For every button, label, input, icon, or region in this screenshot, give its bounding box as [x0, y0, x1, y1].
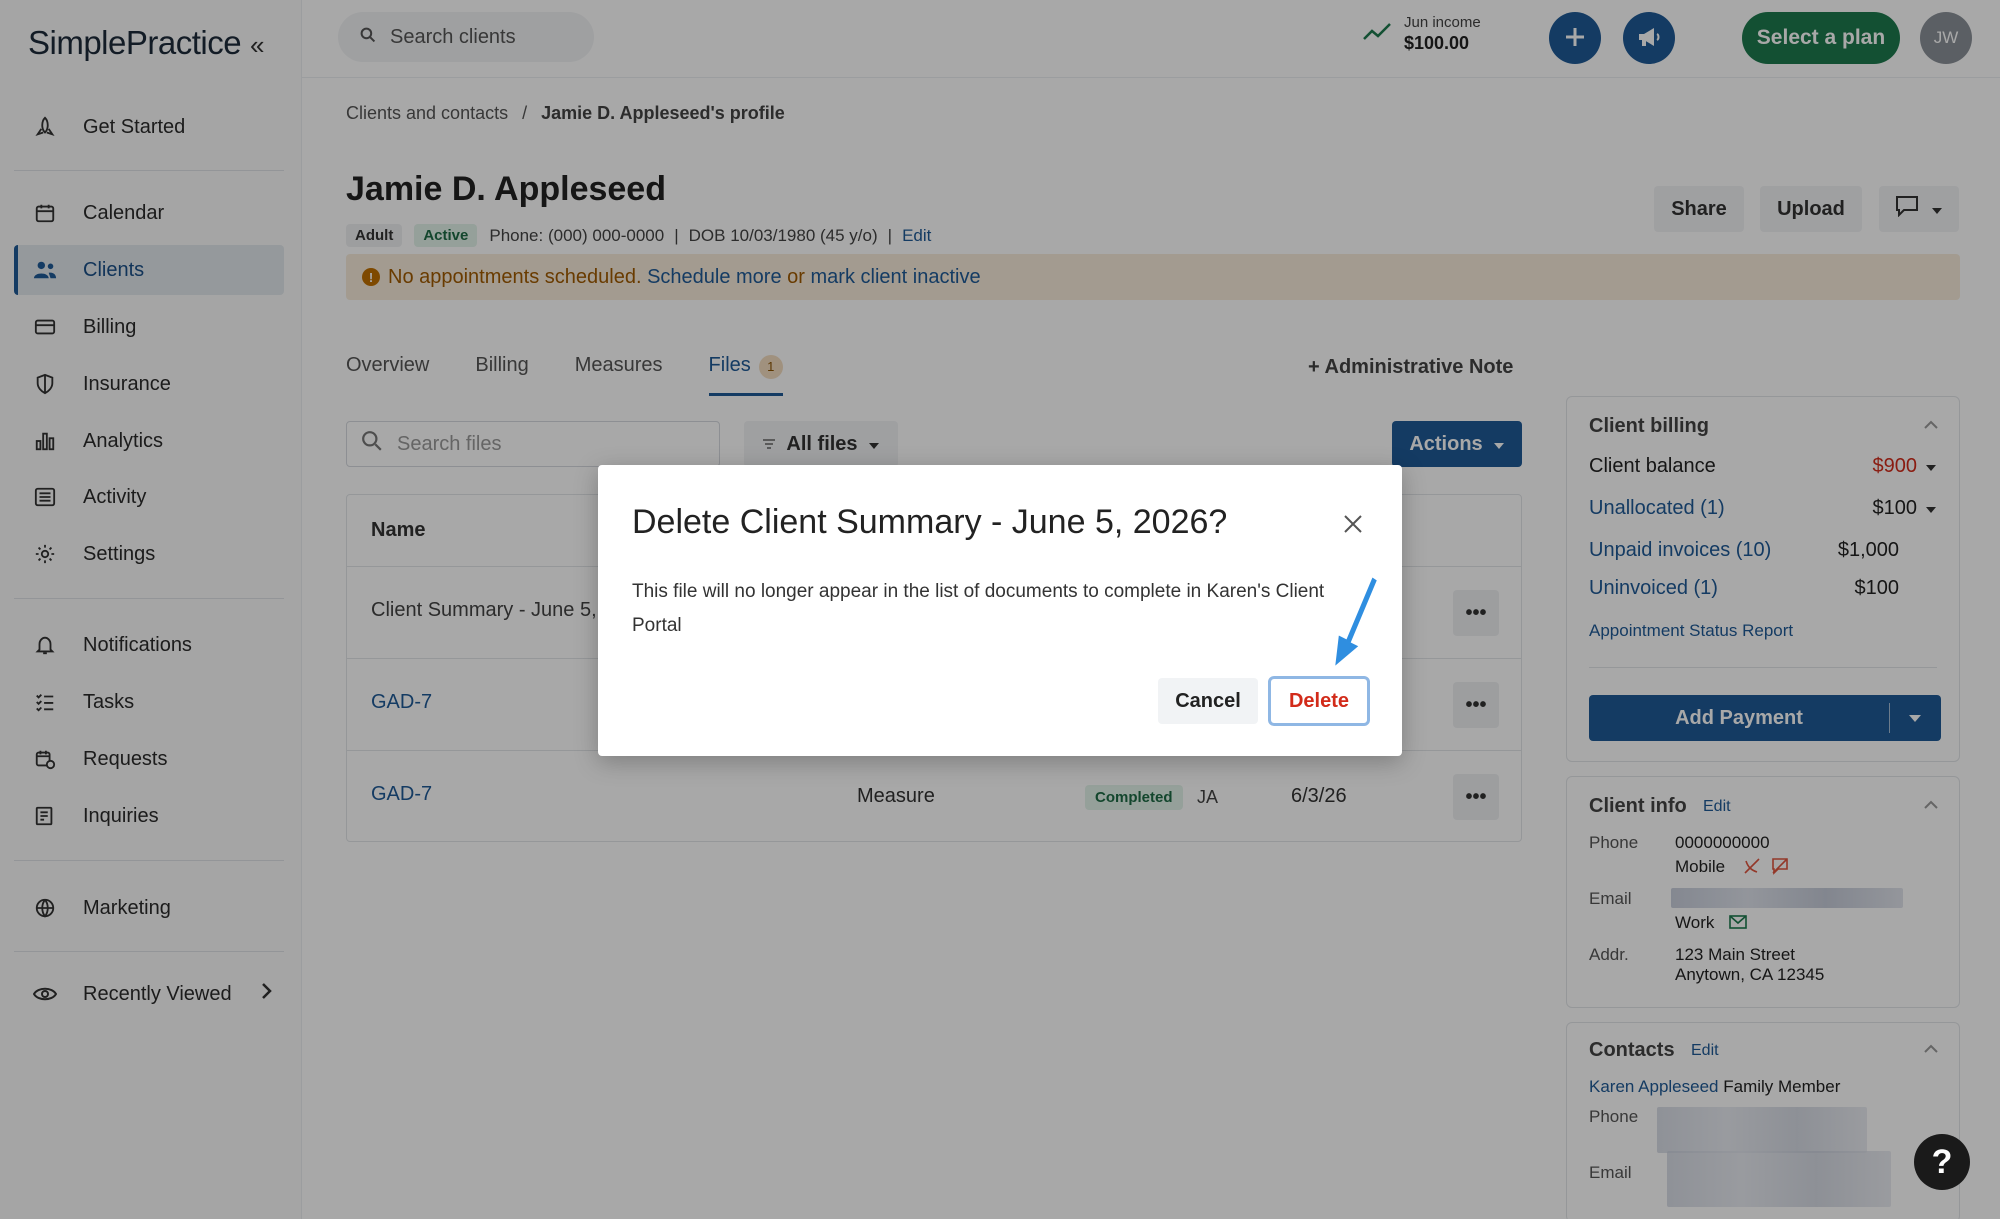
- dialog-message: This file will no longer appear in the l…: [632, 581, 1325, 636]
- help-button[interactable]: ?: [1914, 1134, 1970, 1190]
- delete-button[interactable]: Delete: [1268, 676, 1370, 726]
- close-icon[interactable]: [1342, 509, 1364, 543]
- dialog-title: Delete Client Summary - June 5, 2026?: [632, 503, 1228, 541]
- tutorial-pointer-arrow-icon: [1332, 574, 1378, 671]
- delete-file-dialog: Delete Client Summary - June 5, 2026? Th…: [598, 465, 1402, 756]
- cancel-button[interactable]: Cancel: [1158, 678, 1258, 724]
